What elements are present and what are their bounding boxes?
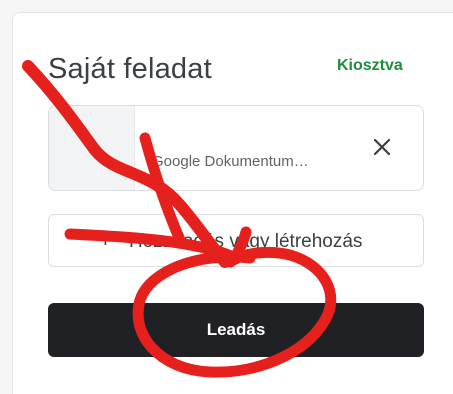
submit-button-label: Leadás [206,320,266,339]
attachment-thumbnail [49,106,135,190]
remove-attachment-button[interactable] [365,130,399,164]
attachment-type: Google Dokumentum… [152,153,309,170]
attachment-card[interactable]: Google Dokumentum… [48,105,424,191]
plus-icon: + [99,227,112,252]
add-or-create-button[interactable]: + Hozzáadás vagy létrehozás [48,214,424,267]
add-or-create-label: Hozzáadás vagy létrehozás [129,231,363,252]
submit-button[interactable]: Leadás [48,303,424,357]
assignment-panel: Saját feladat Kiosztva Google Dokumentum… [12,12,453,394]
status-badge: Kiosztva [337,57,403,74]
panel-title: Saját feladat [48,53,212,85]
close-icon [373,138,391,156]
